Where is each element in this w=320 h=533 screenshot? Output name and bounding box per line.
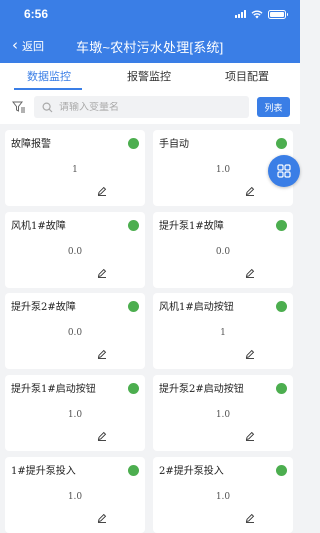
card-value: 1.0: [215, 492, 231, 502]
pencil-icon[interactable]: [97, 431, 107, 441]
status-icons: [235, 9, 288, 19]
pencil-icon[interactable]: [97, 513, 107, 523]
variable-card[interactable]: 1#提升泵投入 1.0: [5, 457, 145, 533]
card-title: 风机1#故障: [11, 221, 66, 232]
list-button[interactable]: 列表: [257, 97, 290, 117]
status-dot: [128, 220, 139, 231]
status-time: 6:56: [24, 7, 49, 21]
card-title: 2#提升泵投入: [159, 466, 224, 477]
card-title: 手自动: [159, 139, 189, 150]
status-bar: 6:56: [0, 0, 300, 28]
search-box: [34, 96, 249, 118]
card-value: 1.0: [67, 410, 83, 420]
card-title: 风机1#启动按钮: [159, 302, 234, 313]
tab-data-monitor[interactable]: 数据监控: [27, 68, 71, 84]
card-title: 提升泵1#故障: [159, 221, 224, 232]
page-title: 车墩~农村污水处理[系统]: [76, 40, 224, 55]
card-title: 提升泵2#启动按钮: [159, 384, 244, 395]
status-dot: [276, 465, 287, 476]
tab-project-config[interactable]: 项目配置: [225, 68, 269, 84]
variable-card[interactable]: 风机1#启动按钮 1: [153, 293, 293, 369]
pencil-icon[interactable]: [97, 268, 107, 278]
status-dot: [276, 220, 287, 231]
pencil-icon[interactable]: [245, 513, 255, 523]
variable-card[interactable]: 故障报警 1: [5, 130, 145, 206]
tab-alarm-monitor[interactable]: 报警监控: [127, 68, 171, 84]
card-value: 1: [72, 165, 78, 175]
search-row: 列表: [0, 90, 300, 124]
variable-card[interactable]: 提升泵1#故障 0.0: [153, 212, 293, 288]
status-dot: [128, 383, 139, 394]
card-value: 0.0: [215, 247, 231, 257]
card-value: 1: [220, 328, 226, 338]
search-input[interactable]: [59, 101, 229, 113]
card-title: 故障报警: [11, 139, 51, 150]
search-icon: [42, 101, 53, 112]
variable-card[interactable]: 2#提升泵投入 1.0: [153, 457, 293, 533]
status-dot: [276, 383, 287, 394]
pencil-icon[interactable]: [245, 349, 255, 359]
variable-card[interactable]: 提升泵2#故障 0.0: [5, 293, 145, 369]
card-value: 0.0: [67, 328, 83, 338]
card-value: 1.0: [67, 492, 83, 502]
cellular-signal-icon: [235, 10, 246, 18]
app-header: 6:56 ‹ 返回 车墩~农村污水处理[系统]: [0, 0, 300, 63]
status-dot: [128, 301, 139, 312]
card-title: 1#提升泵投入: [11, 466, 76, 477]
status-dot: [276, 138, 287, 149]
wifi-icon: [251, 10, 263, 18]
variable-card[interactable]: 提升泵2#启动按钮 1.0: [153, 375, 293, 451]
status-dot: [276, 301, 287, 312]
card-value: 1.0: [215, 410, 231, 420]
status-dot: [128, 138, 139, 149]
card-title: 提升泵1#启动按钮: [11, 384, 96, 395]
card-value: 0.0: [67, 247, 83, 257]
filter-icon[interactable]: [12, 100, 26, 114]
pencil-icon[interactable]: [245, 431, 255, 441]
status-dot: [128, 465, 139, 476]
grid-icon: [277, 164, 291, 178]
nav-bar: ‹ 返回 车墩~农村污水处理[系统]: [0, 28, 300, 63]
tab-bar: 数据监控 报警监控 项目配置: [0, 63, 300, 90]
chevron-left-icon: ‹: [12, 35, 18, 54]
pencil-icon[interactable]: [97, 349, 107, 359]
variable-card[interactable]: 风机1#故障 0.0: [5, 212, 145, 288]
pencil-icon[interactable]: [97, 186, 107, 196]
card-title: 提升泵2#故障: [11, 302, 76, 313]
floating-action-button[interactable]: [268, 155, 300, 187]
back-label: 返回: [22, 39, 44, 53]
pencil-icon[interactable]: [245, 186, 255, 196]
battery-icon: [268, 9, 288, 19]
pencil-icon[interactable]: [245, 268, 255, 278]
variable-card[interactable]: 提升泵1#启动按钮 1.0: [5, 375, 145, 451]
back-button[interactable]: ‹ 返回: [0, 35, 44, 54]
